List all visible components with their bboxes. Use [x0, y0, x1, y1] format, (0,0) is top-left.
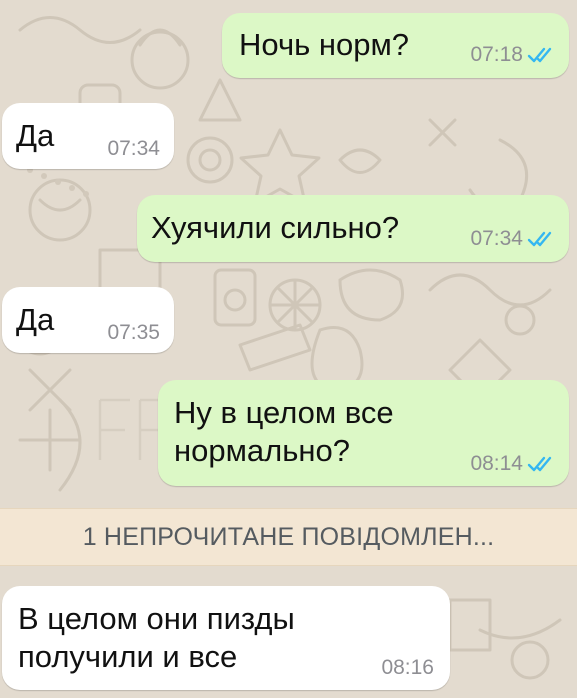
- message-bubble-outgoing[interactable]: Ну в целом все нормально? 08:14: [158, 380, 569, 486]
- double-check-icon: [527, 456, 552, 472]
- message-time: 07:34: [107, 137, 160, 160]
- message-text: Ну в целом все нормально?: [174, 395, 394, 468]
- message-text: Ночь норм?: [239, 27, 410, 62]
- unread-messages-banner: 1 НЕПРОЧИТАНЕ ПОВІДОМЛЕН...: [0, 508, 577, 566]
- double-check-icon: [527, 231, 552, 247]
- message-time: 07:35: [107, 321, 160, 344]
- message-meta: 07:35: [107, 321, 160, 345]
- message-bubble-incoming[interactable]: Да 07:35: [2, 287, 174, 353]
- message-meta: 08:14: [470, 452, 555, 476]
- message-bubble-incoming[interactable]: В целом они пизды получили и все 08:16: [2, 586, 450, 690]
- message-meta: 07:34: [107, 137, 160, 161]
- double-check-icon: [527, 47, 552, 63]
- message-time: 07:18: [470, 43, 523, 66]
- message-bubble-outgoing[interactable]: Хуячили сильно? 07:34: [137, 195, 569, 262]
- message-time: 07:34: [470, 227, 523, 250]
- message-time: 08:16: [381, 656, 434, 679]
- message-bubble-incoming[interactable]: Да 07:34: [2, 103, 174, 169]
- message-meta: 08:16: [381, 656, 434, 680]
- unread-messages-label: 1 НЕПРОЧИТАНЕ ПОВІДОМЛЕН...: [82, 522, 495, 551]
- message-bubble-outgoing[interactable]: Ночь норм? 07:18: [222, 13, 569, 78]
- message-text: В целом они пизды получили и все: [18, 601, 295, 674]
- message-time: 08:14: [470, 452, 523, 475]
- message-text: Да: [16, 302, 55, 337]
- message-text: Да: [16, 118, 55, 153]
- message-meta: 07:34: [470, 227, 555, 251]
- message-text: Хуячили сильно?: [151, 210, 400, 245]
- message-meta: 07:18: [470, 43, 555, 67]
